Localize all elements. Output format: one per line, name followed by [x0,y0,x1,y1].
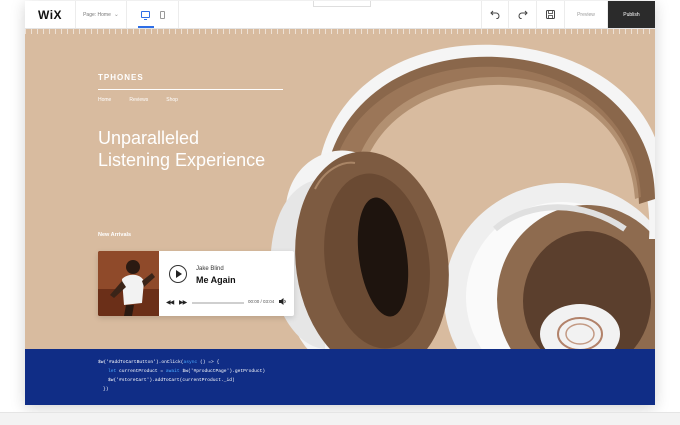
logo-cell: WiX [25,1,76,28]
editor-topbar: WiX Page: Home ⌄ Preview Publish [25,1,655,29]
progress-bar[interactable] [192,302,244,304]
topbar-spacer [179,1,481,28]
chevron-down-icon: ⌄ [113,12,119,18]
wix-logo: WiX [37,7,63,22]
code-line-2-mid: currentProduct = [116,369,166,374]
redo-icon [518,10,528,19]
nav-item-reviews[interactable]: Reviews [129,97,148,103]
code-line-3: $w('#storeCart').addToCart(currentProduc… [108,378,235,383]
publish-label: Publish [623,11,640,18]
play-button[interactable] [169,265,187,283]
publish-button[interactable]: Publish [608,1,655,28]
nav-item-home[interactable]: Home [98,97,111,103]
code-panel[interactable]: $w('#addToCartButton').onClick(async () … [25,349,655,405]
new-arrivals-label[interactable]: New Arrivals [98,232,131,238]
screenshot-stage: WiX Page: Home ⌄ Preview Publish TPHONES… [0,0,680,425]
device-active-indicator [138,26,154,28]
previous-track-icon[interactable]: ◀◀ [166,299,174,306]
page-selector-label: Page: Home [83,11,111,18]
hero-headline[interactable]: Unparalleled Listening Experience [98,127,338,171]
track-title: Me Again [196,275,236,285]
page-selector[interactable]: Page: Home ⌄ [76,1,127,28]
bottom-strip [0,413,680,425]
save-button[interactable] [537,1,565,28]
album-art [98,251,159,316]
code-line-1-start: $w('#addToCartButton').onClick( [98,360,184,365]
artist-name: Jake Blind [196,266,224,272]
redo-button[interactable] [509,1,537,28]
code-line-1: $w('#addToCartButton').onClick(async () … [98,358,655,367]
preview-label: Preview [577,11,595,18]
mobile-icon[interactable] [159,10,165,19]
topbar-handle[interactable] [313,1,371,7]
next-track-icon[interactable]: ▶▶ [179,299,187,306]
code-line-1-end: () => { [197,360,220,365]
hero-headline-line-1: Unparalleled [98,128,200,148]
code-line-2: let currentProduct = await $w('#productP… [98,367,655,376]
code-line-2-end: $w('#productPage').getProduct) [179,369,266,374]
undo-icon [490,10,500,19]
play-icon [176,270,182,278]
preview-button[interactable]: Preview [565,1,608,28]
site-canvas[interactable]: TPHONES Home Reviews Shop Unparalleled L… [25,29,655,349]
nav-item-shop[interactable]: Shop [166,97,178,103]
track-time: 00:00 / 03:04 [248,299,275,304]
music-player[interactable]: Jake Blind Me Again ◀◀ ▶▶ 00:00 / 03:04 [98,251,294,316]
hero-headline-line-2: Listening Experience [98,150,266,170]
code-line-4: }) [103,387,109,392]
brand-divider [98,89,283,90]
editor-window: WiX Page: Home ⌄ Preview Publish TPHONES… [25,1,655,405]
site-brand[interactable]: TPHONES [98,73,144,82]
save-icon [546,10,555,19]
desktop-icon[interactable] [140,11,150,20]
undo-button[interactable] [481,1,509,28]
runner-image [98,251,159,316]
code-keyword-await: await [165,369,180,374]
site-nav: Home Reviews Shop [98,97,178,103]
code-keyword-async: async [183,360,198,365]
device-switcher [127,1,179,28]
volume-icon[interactable] [279,298,287,305]
